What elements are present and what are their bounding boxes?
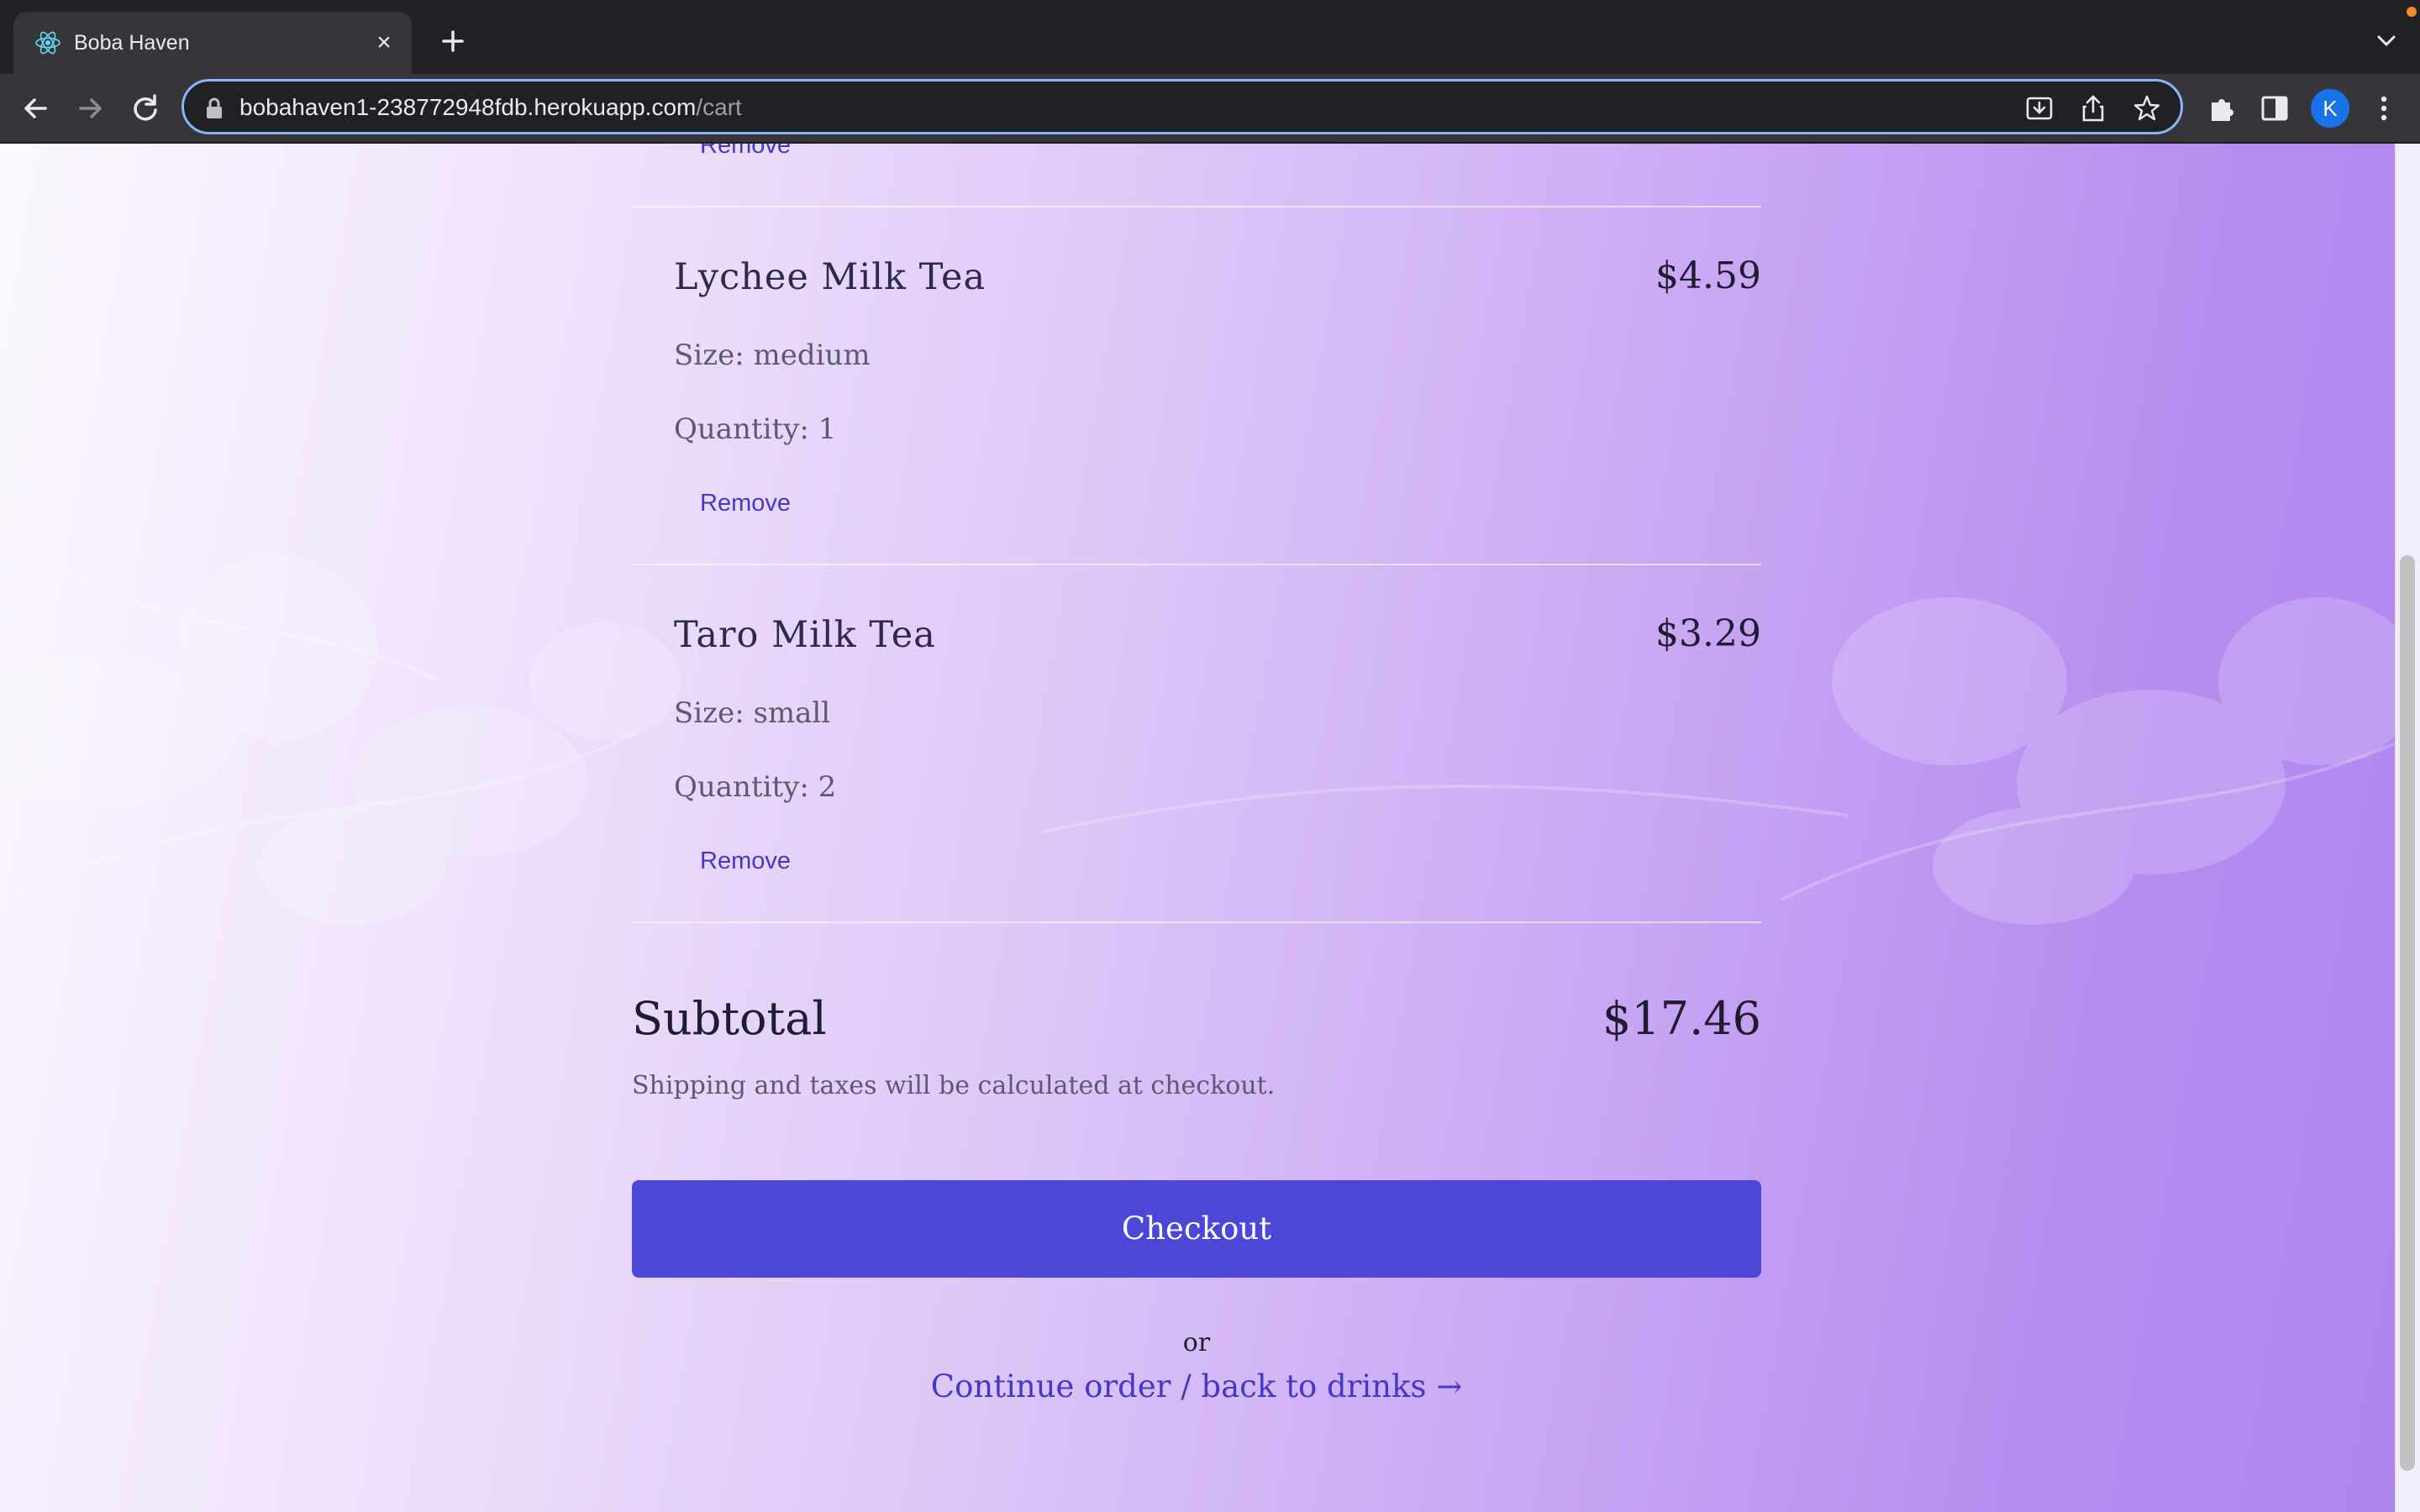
subtotal-value: $17.46 — [1602, 992, 1761, 1045]
bookmark-star-icon[interactable] — [2132, 93, 2162, 123]
browser-toolbar: bobahaven1-238772948fdb.herokuapp.com/ca… — [0, 74, 2420, 143]
more-menu-icon[interactable] — [2366, 91, 2402, 126]
or-separator: or — [1182, 1328, 1211, 1357]
page-viewport: Remove Lychee Milk Tea $4.59 Size: mediu… — [0, 144, 2420, 1512]
update-badge-icon — [2407, 7, 2417, 17]
chevron-down-icon[interactable] — [2371, 25, 2402, 55]
cart-item-price: $3.29 — [1655, 612, 1761, 655]
extensions-puzzle-icon[interactable] — [2205, 91, 2240, 126]
page-scrollbar[interactable] — [2395, 144, 2420, 1512]
item-divider — [632, 206, 1761, 207]
new-tab-icon[interactable] — [434, 22, 472, 60]
cart-item-quantity: Quantity: 1 — [674, 412, 837, 446]
checkout-button[interactable]: Checkout — [632, 1180, 1761, 1278]
reload-icon[interactable] — [124, 87, 166, 129]
shipping-note: Shipping and taxes will be calculated at… — [632, 1071, 1276, 1100]
install-app-icon[interactable] — [2024, 93, 2054, 123]
profile-avatar[interactable]: K — [2311, 89, 2349, 128]
cart-item-size: Size: small — [674, 696, 831, 730]
react-favicon-icon — [35, 31, 60, 55]
item-divider — [632, 564, 1761, 565]
remove-button[interactable]: Remove — [700, 490, 791, 517]
tab-strip: Boba Haven × — [0, 0, 2420, 74]
cart-item-quantity: Quantity: 2 — [674, 770, 837, 804]
cart-item-name: Taro Milk Tea — [674, 614, 936, 656]
url-text[interactable]: bobahaven1-238772948fdb.herokuapp.com/ca… — [239, 92, 742, 123]
close-tab-icon[interactable]: × — [368, 27, 400, 59]
cart-item-size: Size: medium — [674, 339, 871, 372]
share-icon[interactable] — [2078, 93, 2108, 123]
lock-icon[interactable] — [204, 97, 224, 120]
floral-background-illustration — [0, 555, 2420, 925]
url-path: /cart — [696, 94, 742, 120]
forward-arrow-icon[interactable] — [69, 87, 111, 129]
url-host: bobahaven1-238772948fdb.herokuapp.com — [239, 94, 697, 120]
subtotal-label: Subtotal — [632, 992, 827, 1045]
active-tab[interactable]: Boba Haven × — [13, 12, 412, 74]
item-divider — [632, 921, 1761, 923]
continue-shopping-link[interactable]: Continue order / back to drinks → — [632, 1368, 1761, 1404]
address-bar[interactable]: bobahaven1-238772948fdb.herokuapp.com/ca… — [182, 79, 2183, 134]
scrollbar-thumb[interactable] — [2400, 555, 2415, 1471]
remove-button[interactable]: Remove — [700, 848, 791, 875]
remove-button[interactable]: Remove — [700, 144, 791, 160]
back-arrow-icon[interactable] — [15, 87, 57, 129]
cart-item-price: $4.59 — [1655, 255, 1761, 297]
side-panel-icon[interactable] — [2257, 91, 2292, 126]
cart-item-name: Lychee Milk Tea — [674, 256, 986, 298]
tab-title: Boba Haven — [74, 31, 190, 55]
